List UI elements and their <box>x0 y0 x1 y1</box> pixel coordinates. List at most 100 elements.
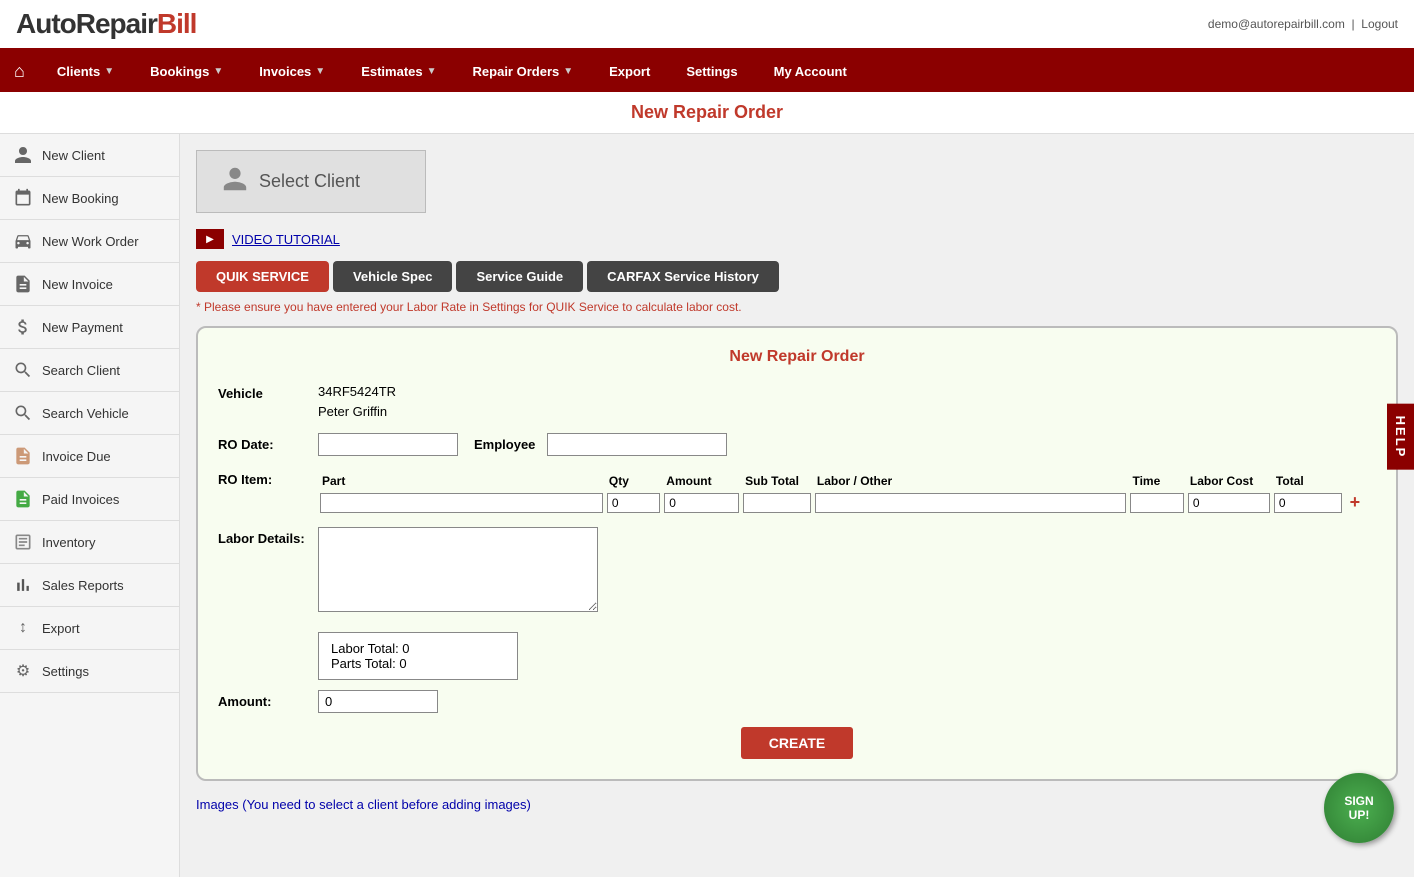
nav-invoices-arrow: ▼ <box>315 66 325 77</box>
search-client-icon <box>12 359 34 381</box>
amount-input[interactable] <box>664 493 739 513</box>
ro-item-row: RO Item: Part Qty Amount Sub Total Labor… <box>218 468 1376 515</box>
amount-row: Amount: <box>218 690 1376 713</box>
labor-other-input[interactable] <box>815 493 1127 513</box>
col-part: Part <box>318 472 605 490</box>
nav-settings[interactable]: Settings <box>668 54 755 89</box>
nav-estimates[interactable]: Estimates ▼ <box>343 54 454 89</box>
sub-total-input[interactable] <box>743 493 811 513</box>
sidebar-settings-label: Settings <box>42 664 89 679</box>
qty-input[interactable] <box>607 493 660 513</box>
tabs-row: QUIK SERVICE Vehicle Spec Service Guide … <box>196 261 1398 292</box>
sidebar-paid-invoices-label: Paid Invoices <box>42 492 119 507</box>
signup-button[interactable]: SIGN UP! <box>1324 773 1394 843</box>
sidebar-item-new-client[interactable]: New Client <box>0 134 179 177</box>
totals-box: Labor Total: 0 Parts Total: 0 <box>318 632 518 680</box>
employee-input[interactable] <box>547 433 727 456</box>
signup-label: SIGN UP! <box>1344 794 1373 822</box>
main-nav: ⌂ Clients ▼ Bookings ▼ Invoices ▼ Estima… <box>0 51 1414 92</box>
ro-date-input[interactable] <box>318 433 458 456</box>
totals-area: Labor Total: 0 Parts Total: 0 <box>318 624 1376 680</box>
vehicle-id: 34RF5424TR <box>318 382 396 402</box>
sidebar-item-new-work-order[interactable]: New Work Order <box>0 220 179 263</box>
labor-total: Labor Total: 0 <box>331 641 505 656</box>
amount-input-field[interactable] <box>318 690 438 713</box>
ro-item-table-container: Part Qty Amount Sub Total Labor / Other … <box>318 468 1376 515</box>
page-title: New Repair Order <box>0 92 1414 134</box>
new-client-icon <box>12 144 34 166</box>
form-title: New Repair Order <box>218 348 1376 366</box>
new-booking-icon <box>12 187 34 209</box>
col-add <box>1344 472 1376 490</box>
nav-clients[interactable]: Clients ▼ <box>39 54 132 89</box>
amount-label: Amount: <box>218 690 318 709</box>
sidebar-new-booking-label: New Booking <box>42 191 119 206</box>
part-input[interactable] <box>320 493 603 513</box>
logout-link[interactable]: Logout <box>1361 17 1398 31</box>
tab-carfax[interactable]: CARFAX Service History <box>587 261 779 292</box>
nav-invoices[interactable]: Invoices ▼ <box>241 54 343 89</box>
create-button[interactable]: CREATE <box>741 727 854 759</box>
time-input[interactable] <box>1130 493 1183 513</box>
add-row-button[interactable]: + <box>1346 492 1365 512</box>
nav-clients-arrow: ▼ <box>104 66 114 77</box>
sidebar-item-export[interactable]: ↕ Export <box>0 607 179 650</box>
ro-date-inputs: Employee <box>318 433 727 456</box>
settings-link[interactable]: Settings <box>482 300 525 314</box>
ro-date-label: RO Date: <box>218 433 318 452</box>
col-amount: Amount <box>662 472 741 490</box>
sidebar-item-invoice-due[interactable]: Invoice Due <box>0 435 179 478</box>
logo: AutoRepairBill <box>16 8 196 40</box>
user-info: demo@autorepairbill.com | Logout <box>1208 17 1398 31</box>
sidebar-item-new-invoice[interactable]: New Invoice <box>0 263 179 306</box>
video-tutorial-link[interactable]: VIDEO TUTORIAL <box>232 232 340 247</box>
nav-bookings-arrow: ▼ <box>213 66 223 77</box>
top-bar: AutoRepairBill demo@autorepairbill.com |… <box>0 0 1414 51</box>
search-vehicle-icon <box>12 402 34 424</box>
help-tab[interactable]: HELP <box>1387 403 1414 470</box>
ro-date-row: RO Date: Employee <box>218 433 1376 456</box>
labor-rate-notice: * Please ensure you have entered your La… <box>196 300 1398 314</box>
sidebar-search-vehicle-label: Search Vehicle <box>42 406 129 421</box>
nav-export[interactable]: Export <box>591 54 668 89</box>
nav-bookings[interactable]: Bookings ▼ <box>132 54 241 89</box>
sidebar-item-settings[interactable]: ⚙ Settings <box>0 650 179 693</box>
col-sub-total: Sub Total <box>741 472 813 490</box>
nav-my-account[interactable]: My Account <box>756 54 865 89</box>
sidebar-item-new-payment[interactable]: New Payment <box>0 306 179 349</box>
invoice-due-icon <box>12 445 34 467</box>
images-notice: Images (You need to select a client befo… <box>196 797 1398 812</box>
sidebar-item-search-client[interactable]: Search Client <box>0 349 179 392</box>
sidebar-item-inventory[interactable]: Inventory <box>0 521 179 564</box>
labor-cost-input[interactable] <box>1188 493 1270 513</box>
tab-quik-service[interactable]: QUIK SERVICE <box>196 261 329 292</box>
ro-item-label: RO Item: <box>218 468 318 487</box>
sidebar: New Client New Booking New Work Order Ne… <box>0 134 180 877</box>
nav-repair-orders[interactable]: Repair Orders ▼ <box>455 54 592 89</box>
parts-total: Parts Total: 0 <box>331 656 505 671</box>
labor-details-row: Labor Details: <box>218 527 1376 612</box>
sidebar-item-search-vehicle[interactable]: Search Vehicle <box>0 392 179 435</box>
export-icon: ↕ <box>12 617 34 639</box>
nav-home-button[interactable]: ⌂ <box>0 51 39 92</box>
select-client-button[interactable]: Select Client <box>196 150 426 213</box>
tab-vehicle-spec[interactable]: Vehicle Spec <box>333 261 453 292</box>
sidebar-export-label: Export <box>42 621 80 636</box>
sidebar-new-client-label: New Client <box>42 148 105 163</box>
main-content: Select Client ▶ VIDEO TUTORIAL QUIK SERV… <box>180 134 1414 877</box>
sidebar-item-new-booking[interactable]: New Booking <box>0 177 179 220</box>
layout: New Client New Booking New Work Order Ne… <box>0 134 1414 877</box>
video-tutorial-row: ▶ VIDEO TUTORIAL <box>196 229 1398 249</box>
vehicle-row: Vehicle 34RF5424TR Peter Griffin <box>218 382 1376 421</box>
table-row: + <box>318 490 1376 515</box>
labor-details-textarea[interactable] <box>318 527 598 612</box>
paid-invoices-icon <box>12 488 34 510</box>
labor-details-label: Labor Details: <box>218 527 318 546</box>
col-labor-other: Labor / Other <box>813 472 1129 490</box>
sidebar-item-sales-reports[interactable]: Sales Reports <box>0 564 179 607</box>
vehicle-owner: Peter Griffin <box>318 402 396 422</box>
tab-service-guide[interactable]: Service Guide <box>456 261 583 292</box>
total-input[interactable] <box>1274 493 1342 513</box>
sidebar-item-paid-invoices[interactable]: Paid Invoices <box>0 478 179 521</box>
ro-item-table: Part Qty Amount Sub Total Labor / Other … <box>318 472 1376 515</box>
